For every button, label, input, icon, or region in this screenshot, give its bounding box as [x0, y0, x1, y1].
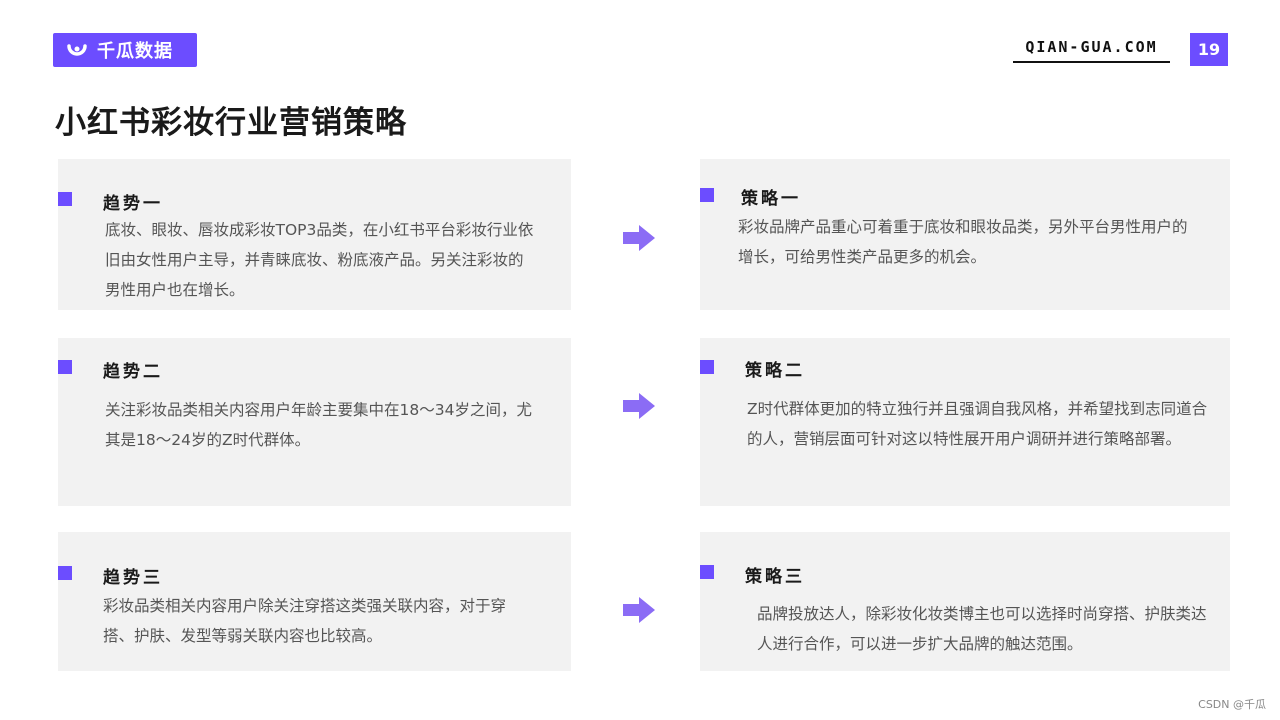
trend-label: 趋势二: [103, 362, 163, 382]
strategy-card-2: 策略二 Z时代群体更加的特立独行并且强调自我风格，并希望找到志同道合的人，营销层…: [700, 338, 1230, 506]
site-url: QIAN-GUA.COM: [1013, 38, 1170, 63]
trend-text: 关注彩妆品类相关内容用户年龄主要集中在18～34岁之间，尤其是18～24岁的Z时…: [105, 401, 532, 449]
brand-mark-icon: [67, 44, 87, 56]
trend-text: 彩妆品类相关内容用户除关注穿搭这类强关联内容，对于穿搭、护肤、发型等弱关联内容也…: [103, 597, 507, 645]
page-title: 小红书彩妆行业营销策略: [55, 105, 407, 141]
trend-label: 趋势一: [103, 194, 163, 214]
bullet-square-icon: [58, 566, 72, 580]
arrow-right-icon: [623, 393, 655, 419]
footer-credit: CSDN @千瓜: [1198, 698, 1266, 711]
bullet-square-icon: [700, 188, 714, 202]
trend-card-1: 趋势一 底妆、眼妆、唇妆成彩妆TOP3品类，在小红书平台彩妆行业依旧由女性用户主…: [58, 159, 571, 310]
arrow-right-icon: [623, 225, 655, 251]
strategy-card-1: 策略一 彩妆品牌产品重心可着重于底妆和眼妆品类，另外平台男性用户的增长，可给男性…: [700, 159, 1230, 310]
strategy-label: 策略二: [745, 361, 805, 381]
bullet-square-icon: [700, 565, 714, 579]
strategy-label: 策略一: [741, 189, 801, 209]
trend-label: 趋势三: [103, 568, 163, 588]
brand-name: 千瓜数据: [97, 41, 173, 62]
bullet-square-icon: [58, 360, 72, 374]
arrow-right-icon: [623, 597, 655, 623]
strategy-card-3: 策略三 品牌投放达人，除彩妆化妆类博主也可以选择时尚穿搭、护肤类达人进行合作，可…: [700, 532, 1230, 671]
trend-text: 底妆、眼妆、唇妆成彩妆TOP3品类，在小红书平台彩妆行业依旧由女性用户主导，并青…: [105, 221, 534, 299]
strategy-text: 品牌投放达人，除彩妆化妆类博主也可以选择时尚穿搭、护肤类达人进行合作，可以进一步…: [757, 605, 1207, 653]
strategy-label: 策略三: [745, 567, 805, 587]
page-number: 19: [1190, 33, 1228, 66]
strategy-text: 彩妆品牌产品重心可着重于底妆和眼妆品类，另外平台男性用户的增长，可给男性类产品更…: [738, 218, 1188, 266]
strategy-text: Z时代群体更加的特立独行并且强调自我风格，并希望找到志同道合的人，营销层面可针对…: [747, 400, 1208, 448]
bullet-square-icon: [58, 192, 72, 206]
brand-logo: 千瓜数据: [53, 33, 197, 67]
bullet-square-icon: [700, 360, 714, 374]
trend-card-3: 趋势三 彩妆品类相关内容用户除关注穿搭这类强关联内容，对于穿搭、护肤、发型等弱关…: [58, 532, 571, 671]
trend-card-2: 趋势二 关注彩妆品类相关内容用户年龄主要集中在18～34岁之间，尤其是18～24…: [58, 338, 571, 506]
